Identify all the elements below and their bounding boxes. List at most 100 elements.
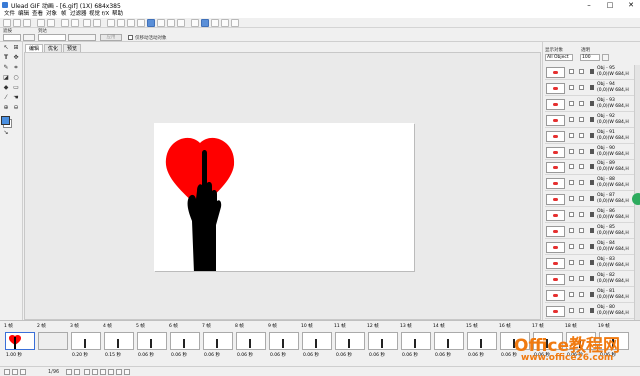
field2-input[interactable] <box>38 34 66 41</box>
help-icon[interactable] <box>231 19 239 27</box>
object-lock-checkbox[interactable] <box>579 291 584 297</box>
eyedropper-tool-icon[interactable]: ⁄ <box>2 94 10 102</box>
menu-video-fx[interactable]: 视觉 f/X <box>89 10 109 18</box>
pick-tool-icon[interactable]: ↖ <box>2 44 10 52</box>
redo-icon[interactable] <box>93 19 101 27</box>
prev-frame-button[interactable] <box>12 369 18 375</box>
delete-frame-button[interactable] <box>100 369 106 375</box>
tween-button[interactable] <box>108 369 114 375</box>
side-floating-badge[interactable] <box>632 193 640 205</box>
object-lock-checkbox[interactable] <box>579 148 584 154</box>
frame-item[interactable]: 7 帧 0.06 秒 <box>202 323 235 359</box>
eraser-tool-icon[interactable]: ◪ <box>2 74 10 82</box>
object-visible-checkbox[interactable] <box>569 307 574 313</box>
menu-file[interactable]: 文件 <box>4 10 15 18</box>
next-frame-button[interactable] <box>66 369 72 375</box>
text-tool-icon[interactable]: T <box>2 54 10 62</box>
frame-item[interactable]: 9 帧 0.06 秒 <box>268 323 301 359</box>
menu-view[interactable]: 查看 <box>32 10 43 18</box>
optimize-icon[interactable] <box>221 19 229 27</box>
frame-item[interactable]: 2 帧 <box>37 323 70 359</box>
object-row[interactable]: Obj - 88 (0,0)(W 684,H <box>545 176 635 192</box>
object-visible-checkbox[interactable] <box>569 259 574 265</box>
move-active-checkbox[interactable] <box>128 35 133 40</box>
object-visible-checkbox[interactable] <box>569 196 574 202</box>
object-lock-checkbox[interactable] <box>579 196 584 202</box>
object-row[interactable]: Obj - 83 (0,0)(W 684,H <box>545 256 635 271</box>
object-lock-checkbox[interactable] <box>579 69 584 74</box>
object-visible-checkbox[interactable] <box>569 148 574 154</box>
crop-icon[interactable] <box>107 19 115 27</box>
object-lock-checkbox[interactable] <box>579 243 584 249</box>
frame-properties-icon[interactable] <box>147 19 155 27</box>
apply-button[interactable]: 应用 <box>100 34 122 41</box>
undo-icon[interactable] <box>83 19 91 27</box>
object-visible-checkbox[interactable] <box>569 100 574 106</box>
opacity-spin[interactable] <box>602 54 609 61</box>
object-row[interactable]: Obj - 94 (0,0)(W 684,H <box>545 81 635 96</box>
object-visible-checkbox[interactable] <box>569 84 574 90</box>
object-visible-checkbox[interactable] <box>569 116 574 122</box>
save-icon[interactable] <box>23 19 31 27</box>
tab-edit[interactable]: 编辑 <box>25 44 44 52</box>
frame-item[interactable]: 14 帧 0.06 秒 <box>433 323 466 359</box>
swap-colors-icon[interactable]: ↘ <box>2 129 10 137</box>
frame-item[interactable]: 11 帧 0.06 秒 <box>334 323 367 359</box>
new-icon[interactable] <box>3 19 11 27</box>
add-video-icon[interactable] <box>47 19 55 27</box>
field1-spin[interactable] <box>23 34 35 41</box>
object-visible-checkbox[interactable] <box>569 180 574 186</box>
copy-icon[interactable] <box>71 19 79 27</box>
object-row[interactable]: Obj - 86 (0,0)(W 684,H <box>545 208 635 224</box>
object-row[interactable]: Obj - 93 (0,0)(W 684,H <box>545 97 635 112</box>
frame-item[interactable]: 1 帧 1.00 秒 <box>4 323 37 359</box>
frame-item[interactable]: 8 帧 0.06 秒 <box>235 323 268 359</box>
frame-item[interactable]: 6 帧 0.06 秒 <box>169 323 202 359</box>
object-lock-checkbox[interactable] <box>579 228 584 233</box>
tab-optimize[interactable]: 优化 <box>44 44 63 52</box>
crop-tool-icon[interactable]: ⌗ <box>12 64 20 72</box>
object-row[interactable]: Obj - 84 (0,0)(W 684,H <box>545 240 635 255</box>
close-icon[interactable]: ✕ <box>624 0 638 10</box>
duplicate-frame-button[interactable] <box>92 369 98 375</box>
frame-item[interactable]: 3 帧 0.20 秒 <box>70 323 103 359</box>
object-row[interactable]: Obj - 82 (0,0)(W 684,H <box>545 272 635 287</box>
minimize-icon[interactable]: – <box>582 0 596 10</box>
hand-tool-icon[interactable]: ☚ <box>12 94 20 102</box>
object-row[interactable]: Obj - 90 (0,0)(W 684,H <box>545 145 635 160</box>
preview-browser-icon[interactable] <box>191 19 199 27</box>
maximize-icon[interactable]: □ <box>603 0 617 10</box>
object-lock-checkbox[interactable] <box>579 259 584 265</box>
add-frame-button[interactable] <box>84 369 90 375</box>
object-row[interactable]: Obj - 80 (0,0)(W 684,H <box>545 304 635 319</box>
object-row[interactable]: Obj - 87 (0,0)(W 684,H <box>545 192 635 208</box>
reverse-frames-button[interactable] <box>116 369 122 375</box>
object-lock-checkbox[interactable] <box>579 132 584 138</box>
foreground-color-swatch[interactable] <box>1 116 10 125</box>
object-visible-checkbox[interactable] <box>569 243 574 249</box>
object-visible-checkbox[interactable] <box>569 164 574 170</box>
tab-preview[interactable]: 预览 <box>63 44 82 52</box>
object-visible-checkbox[interactable] <box>569 132 574 138</box>
globe-icon[interactable] <box>201 19 209 27</box>
menu-filter[interactable]: 过滤器 <box>70 10 87 18</box>
object-row[interactable]: Obj - 81 (0,0)(W 684,H <box>545 288 635 303</box>
object-visible-checkbox[interactable] <box>569 291 574 297</box>
object-lock-checkbox[interactable] <box>579 180 584 186</box>
frame-item[interactable]: 13 帧 0.06 秒 <box>400 323 433 359</box>
menu-object[interactable]: 对象 <box>46 10 57 18</box>
first-frame-button[interactable] <box>4 369 10 375</box>
object-row[interactable]: Obj - 95 (0,0)(W 684,H <box>545 65 635 80</box>
lasso-tool-icon[interactable]: ○ <box>12 74 20 82</box>
object-lock-checkbox[interactable] <box>579 116 584 122</box>
transparency-icon[interactable] <box>167 19 175 27</box>
field2-dropdown[interactable] <box>68 34 96 41</box>
object-lock-checkbox[interactable] <box>579 275 584 281</box>
object-row[interactable]: Obj - 85 (0,0)(W 684,H <box>545 224 635 239</box>
show-objects-dropdown[interactable]: All Object <box>545 54 573 61</box>
frame-item[interactable]: 10 帧 0.06 秒 <box>301 323 334 359</box>
frame-item[interactable]: 4 帧 0.15 秒 <box>103 323 136 359</box>
object-row[interactable]: Obj - 91 (0,0)(W 684,H <box>545 129 635 144</box>
delete-icon[interactable] <box>177 19 185 27</box>
menu-frame[interactable]: 帧 <box>61 10 67 18</box>
